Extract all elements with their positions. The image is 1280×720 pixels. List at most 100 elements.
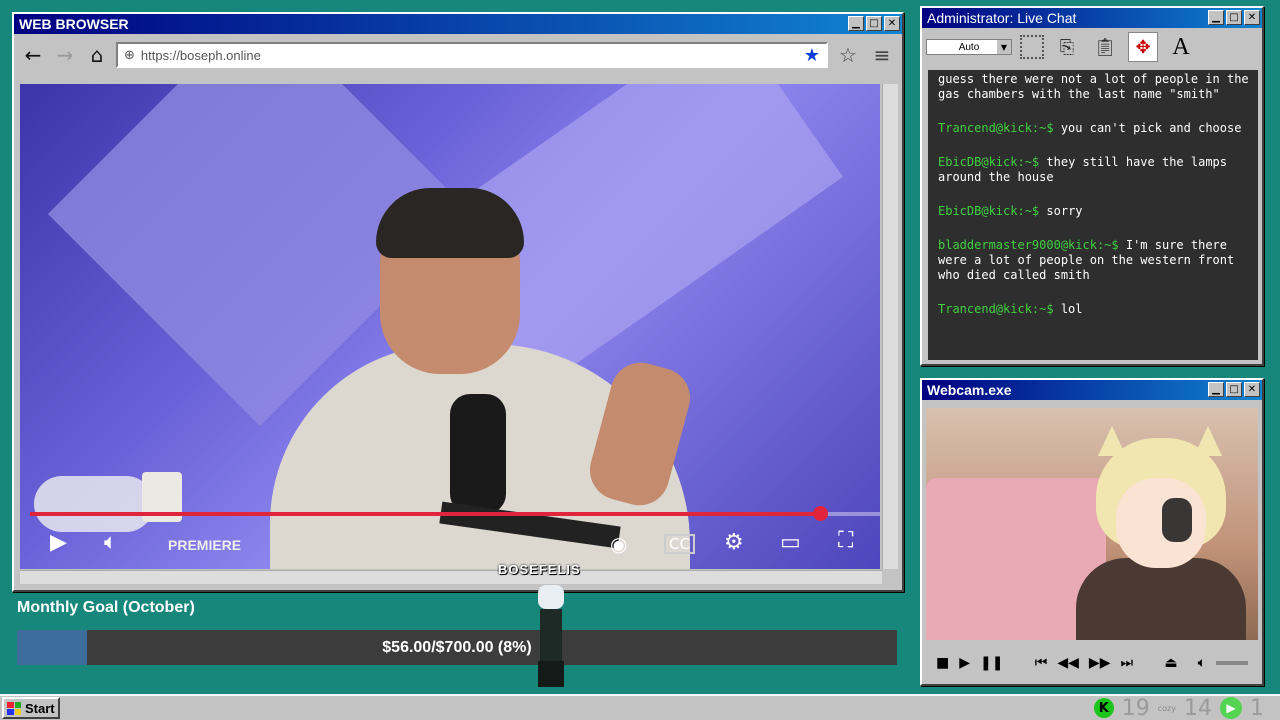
copy-icon[interactable]: ⎘ <box>1052 32 1082 62</box>
chat-message-text: lol <box>1060 302 1083 316</box>
windows-logo-icon <box>7 701 21 715</box>
address-bar[interactable]: ⊕ https://boseph.online ★ <box>116 42 828 68</box>
horizontal-scrollbar[interactable] <box>20 570 882 584</box>
goal-text: $56.00/$700.00 (8%) <box>382 638 532 656</box>
microphone <box>450 394 506 514</box>
live-chat-window[interactable]: Administrator: Live Chat ▁ □ ✕ Auto ▼ ⎘ … <box>920 6 1264 366</box>
chat-messages[interactable]: guess there were not a lot of people in … <box>928 70 1258 360</box>
rewind-icon[interactable]: ◀◀ <box>1057 655 1079 671</box>
progress-remaining[interactable] <box>820 512 880 516</box>
chat-username[interactable]: Trancend@kick:~$ <box>938 121 1054 135</box>
eject-icon[interactable]: ⏏ <box>1164 655 1177 671</box>
browser-title: WEB BROWSER <box>19 16 129 32</box>
theater-mode-icon[interactable]: ▭ <box>780 530 801 555</box>
taskbar: Start K 19 cozy 14 ▶ 1 <box>0 694 1280 720</box>
chat-username[interactable]: EbicDB@kick:~$ <box>938 155 1039 169</box>
cozy-icon[interactable]: cozy <box>1158 704 1176 713</box>
pixel-character <box>532 585 572 690</box>
chat-message: Trancend@kick:~$ lol <box>938 302 1254 317</box>
paste-icon[interactable]: 📋︎ <box>1090 32 1120 62</box>
move-icon[interactable]: ✥ <box>1128 32 1158 62</box>
browser-toolbar: ← → ⌂ ⊕ https://boseph.online ★ ☆ ≡ <box>14 34 902 76</box>
url-text[interactable]: https://boseph.online <box>141 48 798 63</box>
start-button[interactable]: Start <box>2 697 60 719</box>
video-frame[interactable] <box>20 84 880 569</box>
minimize-button[interactable]: ▁ <box>1208 10 1224 25</box>
bookmark-star-icon[interactable]: ★ <box>804 45 820 66</box>
font-size-value: Auto <box>958 41 980 53</box>
sprite-name: BOSEFELIS <box>498 562 581 577</box>
chat-message: EbicDB@kick:~$ sorry <box>938 204 1254 219</box>
chat-message-text: you can't pick and choose <box>1060 121 1242 135</box>
play-icon[interactable]: ▶ <box>50 530 67 555</box>
system-tray: K 19 cozy 14 ▶ 1 <box>1093 695 1264 720</box>
font-icon[interactable]: A <box>1166 32 1196 62</box>
chat-username[interactable]: bladdermaster9000@kick:~$ <box>938 238 1119 252</box>
settings-gear-icon[interactable]: ⚙ <box>724 530 744 555</box>
autoplay-toggle-icon[interactable]: ◉ <box>610 532 627 556</box>
chat-message: Trancend@kick:~$ you can't pick and choo… <box>938 121 1254 136</box>
chat-toolbar: Auto ▼ ⎘ 📋︎ ✥ A <box>922 28 1262 66</box>
chevron-down-icon[interactable]: ▼ <box>997 40 1011 54</box>
back-arrow-icon[interactable]: ← <box>20 42 46 68</box>
chat-username[interactable]: Trancend@kick:~$ <box>938 302 1054 316</box>
count-three: 1 <box>1250 695 1264 720</box>
maximize-button[interactable]: □ <box>1226 382 1242 397</box>
play-icon[interactable]: ▶ <box>959 655 970 671</box>
skip-forward-icon[interactable]: ⏭ <box>1120 655 1133 671</box>
video-player[interactable]: ▶ 🔈︎ PREMIERE ◉ CC ⚙ ▭ ⛶ <box>20 84 880 569</box>
premiere-label: PREMIERE <box>168 537 242 553</box>
home-icon[interactable]: ⌂ <box>84 42 110 68</box>
channel-logo <box>34 476 154 532</box>
progress-scrubber[interactable] <box>812 506 828 521</box>
goal-title: Monthly Goal (October) <box>17 599 195 616</box>
kick-icon[interactable]: K <box>1093 698 1114 718</box>
favorites-star-icon[interactable]: ☆ <box>834 43 862 67</box>
close-button[interactable]: ✕ <box>1244 382 1260 397</box>
chat-message-text: sorry <box>1046 204 1083 218</box>
globe-icon: ⊕ <box>124 47 135 63</box>
volume-slider[interactable] <box>1216 661 1248 665</box>
goal-progress-bar: $56.00/$700.00 (8%) <box>17 630 897 665</box>
progress-bar[interactable] <box>30 512 821 516</box>
avatar <box>1116 478 1206 568</box>
webcam-window[interactable]: Webcam.exe ▁ □ ✕ ■ ▶ ❚❚ ⏮ ◀◀ ▶▶ ⏭ ⏏ 🔈︎ <box>920 378 1264 686</box>
volume-icon[interactable]: 🔈︎ <box>1198 655 1206 671</box>
headset <box>1162 498 1192 542</box>
webcam-title: Webcam.exe <box>927 382 1012 398</box>
pause-icon[interactable]: ❚❚ <box>980 655 1003 671</box>
captions-icon[interactable]: CC <box>664 534 695 554</box>
webcam-titlebar[interactable]: Webcam.exe ▁ □ ✕ <box>922 380 1262 400</box>
chat-title: Administrator: Live Chat <box>927 10 1077 26</box>
follower-count: 14 <box>1184 695 1212 720</box>
forward-arrow-icon[interactable]: → <box>52 42 78 68</box>
fast-forward-icon[interactable]: ▶▶ <box>1089 655 1111 671</box>
viewer-count: 19 <box>1121 695 1150 720</box>
start-label: Start <box>25 700 55 716</box>
minimize-button[interactable]: ▁ <box>1208 382 1224 397</box>
chat-message-text: guess there were not a lot of people in … <box>938 72 1249 101</box>
close-button[interactable]: ✕ <box>1244 10 1260 25</box>
select-icon[interactable] <box>1020 35 1044 59</box>
skip-back-icon[interactable]: ⏮ <box>1035 655 1048 671</box>
maximize-button[interactable]: □ <box>1226 10 1242 25</box>
volume-icon[interactable]: 🔈︎ <box>104 530 117 555</box>
stop-icon[interactable]: ■ <box>936 655 949 671</box>
chat-titlebar[interactable]: Administrator: Live Chat ▁ □ ✕ <box>922 8 1262 28</box>
vertical-scrollbar[interactable] <box>882 84 898 569</box>
chat-message: EbicDB@kick:~$ they still have the lamps… <box>938 155 1254 185</box>
chat-message: guess there were not a lot of people in … <box>938 72 1254 102</box>
minimize-button[interactable]: ▁ <box>848 16 864 31</box>
webcam-feed <box>926 408 1258 640</box>
chat-username[interactable]: EbicDB@kick:~$ <box>938 204 1039 218</box>
media-controls: ■ ▶ ❚❚ ⏮ ◀◀ ▶▶ ⏭ ⏏ 🔈︎ <box>926 646 1258 680</box>
play-icon[interactable]: ▶ <box>1220 697 1242 719</box>
maximize-button[interactable]: □ <box>866 16 882 31</box>
chat-message: bladdermaster9000@kick:~$ I'm sure there… <box>938 238 1254 283</box>
menu-icon[interactable]: ≡ <box>868 43 896 67</box>
close-button[interactable]: ✕ <box>884 16 900 31</box>
font-size-select[interactable]: Auto ▼ <box>926 39 1012 55</box>
fullscreen-icon[interactable]: ⛶ <box>838 528 853 553</box>
browser-window[interactable]: WEB BROWSER ▁ □ ✕ ← → ⌂ ⊕ https://boseph… <box>12 12 904 592</box>
browser-titlebar[interactable]: WEB BROWSER ▁ □ ✕ <box>14 14 902 34</box>
